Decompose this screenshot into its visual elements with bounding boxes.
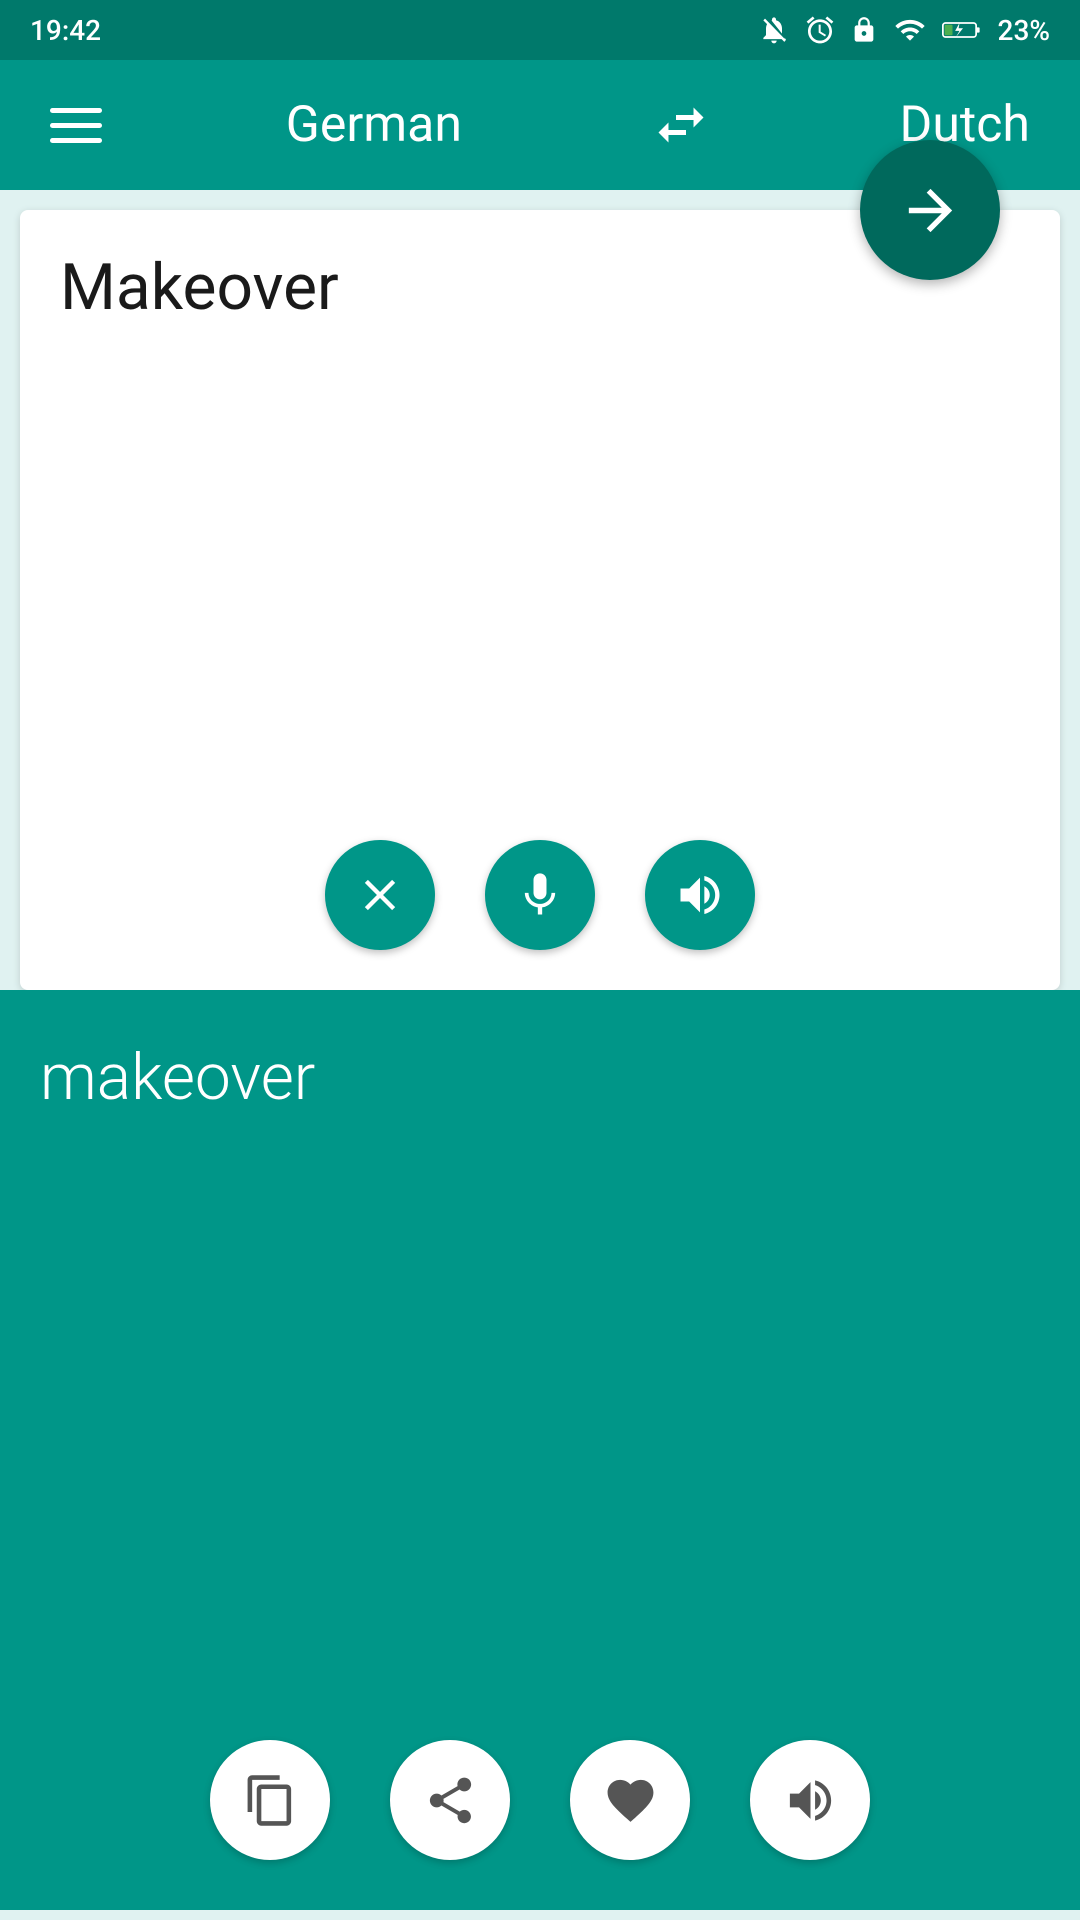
input-section: Makeover: [20, 210, 1060, 990]
alarm-icon: [804, 14, 836, 46]
result-text: makeover: [40, 1040, 315, 1115]
microphone-button[interactable]: [485, 840, 595, 950]
swap-languages-button[interactable]: [646, 95, 716, 155]
battery-percent: 23%: [998, 14, 1050, 47]
input-actions: [20, 840, 1060, 950]
input-text[interactable]: Makeover: [60, 250, 339, 325]
signal-icon: [892, 14, 928, 46]
bell-muted-icon: [758, 14, 790, 46]
time: 19:42: [30, 14, 101, 47]
share-button[interactable]: [390, 1740, 510, 1860]
status-bar: 19:42 23%: [0, 0, 1080, 60]
status-icons: 23%: [758, 14, 1050, 47]
result-section: makeover: [0, 990, 1080, 1910]
source-language[interactable]: German: [286, 96, 462, 154]
clear-button[interactable]: [325, 840, 435, 950]
lock-icon: [850, 16, 878, 44]
copy-button[interactable]: [210, 1740, 330, 1860]
main-content: Makeover: [0, 210, 1080, 1910]
menu-button[interactable]: [50, 108, 102, 143]
battery-icon: [942, 14, 984, 46]
result-actions: [0, 1740, 1080, 1860]
translate-button[interactable]: [860, 140, 1000, 280]
speak-source-button[interactable]: [645, 840, 755, 950]
favorite-button[interactable]: [570, 1740, 690, 1860]
speak-result-button[interactable]: [750, 1740, 870, 1860]
